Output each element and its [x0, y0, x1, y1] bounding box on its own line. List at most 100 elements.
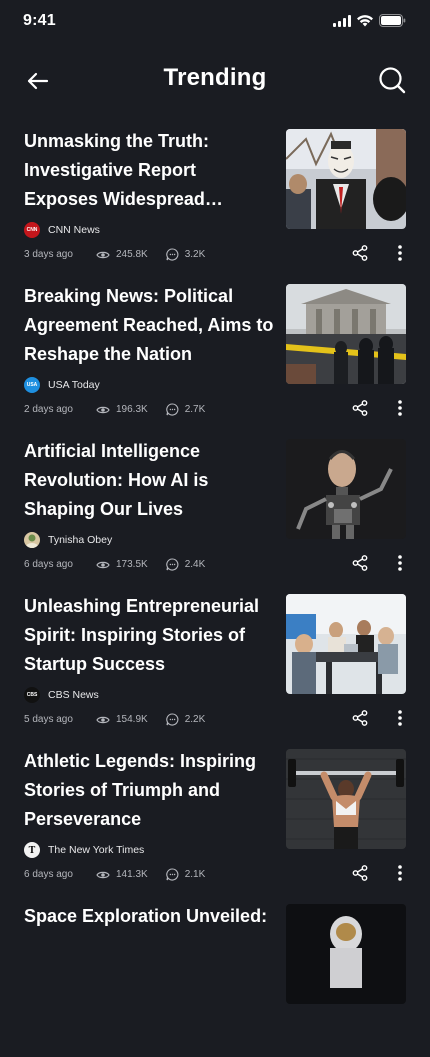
more-options-button[interactable] [390, 708, 410, 728]
article-card[interactable]: Space Exploration Unveiled: [0, 902, 430, 1057]
comment-count-value: 2.1K [184, 869, 206, 880]
comment-count: 2.2K [166, 713, 206, 726]
comment-count: 2.4K [166, 558, 206, 571]
article-actions [350, 553, 410, 573]
view-count-value: 196.3K [116, 404, 148, 415]
share-icon [352, 865, 368, 881]
comment-count-value: 2.7K [184, 404, 206, 415]
article-age: 3 days ago [24, 249, 73, 260]
comment-count: 3.2K [166, 248, 206, 261]
source-name: CBS News [48, 689, 99, 701]
article-thumbnail[interactable] [286, 749, 406, 849]
article-thumbnail[interactable] [286, 439, 406, 539]
comment-count-value: 2.4K [184, 559, 206, 570]
article-source[interactable]: T The New York Times [24, 842, 144, 858]
article-card[interactable]: Unleashing Entrepreneurial Spirit: Inspi… [0, 592, 430, 747]
article-title[interactable]: Unleashing Entrepreneurial Spirit: Inspi… [24, 592, 274, 679]
source-name: The New York Times [48, 844, 145, 856]
article-meta: 3 days ago 245.8K 3.2K [24, 248, 223, 261]
article-source[interactable]: CNN CNN News [24, 222, 100, 238]
more-options-button[interactable] [390, 243, 410, 263]
source-name: CNN News [48, 224, 100, 236]
view-count-value: 173.5K [116, 559, 148, 570]
article-meta: 5 days ago 154.9K 2.2K [24, 713, 223, 726]
page-title: Trending [163, 64, 267, 91]
share-icon [352, 245, 368, 261]
article-thumbnail[interactable] [286, 594, 406, 694]
comment-icon [166, 713, 179, 726]
view-count: 141.3K [96, 869, 148, 880]
article-thumbnail[interactable] [286, 129, 406, 229]
article-title[interactable]: Athletic Legends: Inspiring Stories of T… [24, 747, 274, 834]
article-thumbnail[interactable] [286, 904, 406, 1004]
status-bar: 9:41 [0, 0, 430, 44]
battery-icon [379, 14, 406, 27]
comment-icon [166, 248, 179, 261]
more-options-button[interactable] [390, 863, 410, 883]
article-source[interactable]: CBS CBS News [24, 687, 99, 703]
view-count-value: 141.3K [116, 869, 148, 880]
share-button[interactable] [350, 243, 370, 263]
header: Trending [0, 56, 430, 106]
cnn-logo-icon: CNN [24, 222, 40, 238]
article-card[interactable]: Athletic Legends: Inspiring Stories of T… [0, 747, 430, 902]
article-title[interactable]: Space Exploration Unveiled: [24, 902, 274, 931]
eye-icon [96, 406, 110, 413]
trending-feed: Unmasking the Truth: Investigative Repor… [0, 127, 430, 1057]
article-age: 5 days ago [24, 714, 73, 725]
nyt-logo-icon: T [24, 842, 40, 858]
article-title[interactable]: Artificial Intelligence Revolution: How … [24, 437, 274, 524]
comment-icon [166, 868, 179, 881]
comment-count: 2.1K [166, 868, 206, 881]
cbs-logo-icon: CBS [24, 687, 40, 703]
eye-icon [96, 871, 110, 878]
author-avatar [24, 532, 40, 548]
view-count: 173.5K [96, 559, 148, 570]
article-meta: 6 days ago 173.5K 2.4K [24, 558, 223, 571]
more-options-button[interactable] [390, 553, 410, 573]
more-vertical-icon [398, 555, 402, 571]
article-actions [350, 243, 410, 263]
source-name: Tynisha Obey [48, 534, 113, 546]
wifi-icon [357, 14, 373, 27]
article-card[interactable]: Breaking News: Political Agreement Reach… [0, 282, 430, 437]
search-icon [379, 67, 406, 94]
article-meta: 6 days ago 141.3K 2.1K [24, 868, 223, 881]
share-button[interactable] [350, 398, 370, 418]
source-name: USA Today [48, 379, 100, 391]
eye-icon [96, 561, 110, 568]
more-vertical-icon [398, 710, 402, 726]
cellular-signal-icon [333, 14, 351, 27]
article-source[interactable]: USA USA Today [24, 377, 100, 393]
more-options-button[interactable] [390, 398, 410, 418]
article-actions [350, 863, 410, 883]
share-icon [352, 555, 368, 571]
view-count-value: 245.8K [116, 249, 148, 260]
comment-count-value: 2.2K [184, 714, 206, 725]
share-button[interactable] [350, 708, 370, 728]
comment-icon [166, 558, 179, 571]
view-count: 154.9K [96, 714, 148, 725]
article-title[interactable]: Breaking News: Political Agreement Reach… [24, 282, 274, 369]
article-title[interactable]: Unmasking the Truth: Investigative Repor… [24, 127, 274, 214]
more-vertical-icon [398, 400, 402, 416]
view-count: 245.8K [96, 249, 148, 260]
article-card[interactable]: Artificial Intelligence Revolution: How … [0, 437, 430, 592]
view-count: 196.3K [96, 404, 148, 415]
more-vertical-icon [398, 865, 402, 881]
search-button[interactable] [378, 66, 406, 94]
share-icon [352, 710, 368, 726]
article-actions [350, 398, 410, 418]
comment-count-value: 3.2K [184, 249, 206, 260]
article-thumbnail[interactable] [286, 284, 406, 384]
article-source[interactable]: Tynisha Obey [24, 532, 112, 548]
comment-count: 2.7K [166, 403, 206, 416]
status-icons [333, 14, 406, 27]
eye-icon [96, 716, 110, 723]
share-icon [352, 400, 368, 416]
share-button[interactable] [350, 863, 370, 883]
article-age: 6 days ago [24, 559, 73, 570]
eye-icon [96, 251, 110, 258]
share-button[interactable] [350, 553, 370, 573]
article-card[interactable]: Unmasking the Truth: Investigative Repor… [0, 127, 430, 282]
